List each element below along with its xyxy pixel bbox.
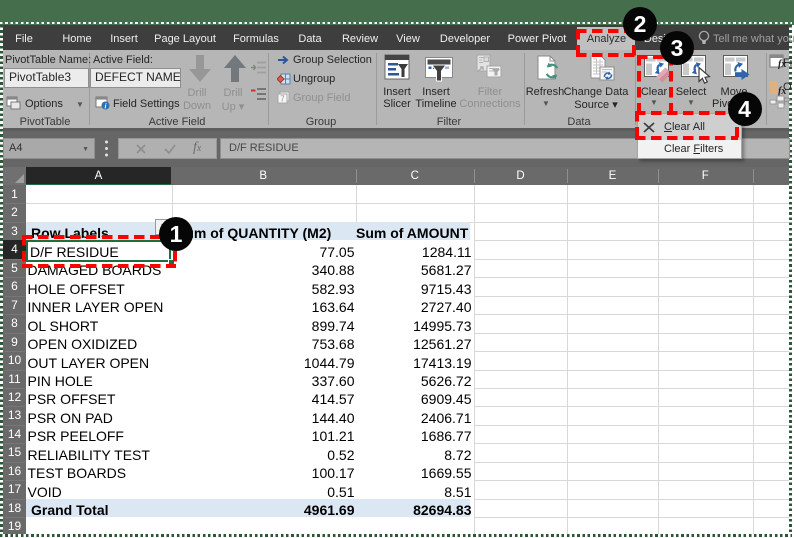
svg-text:7: 7 bbox=[280, 95, 285, 104]
